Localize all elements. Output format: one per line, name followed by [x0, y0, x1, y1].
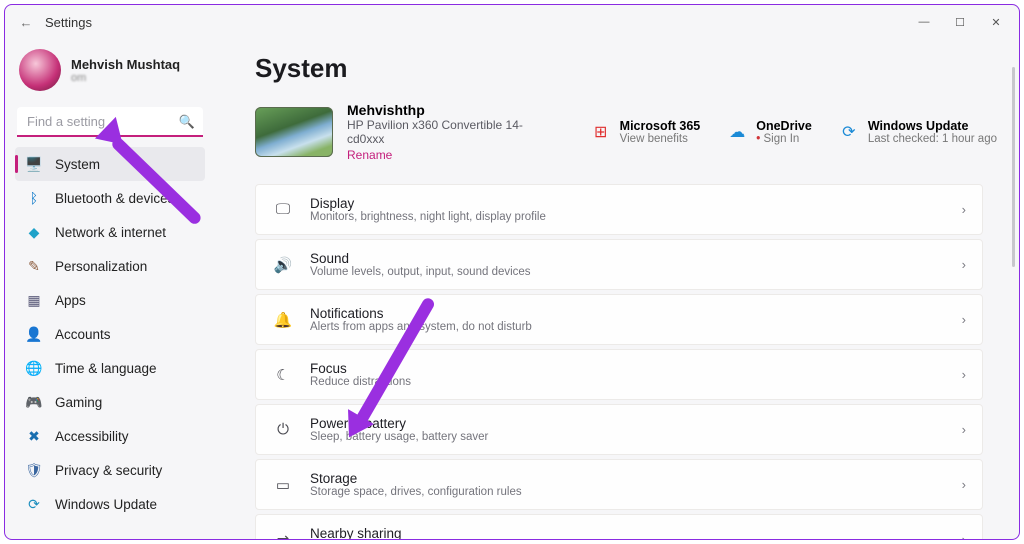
item-title: Nearby sharing: [310, 526, 946, 539]
nav-icon: ◆: [25, 223, 43, 241]
chevron-right-icon: ›: [962, 257, 966, 272]
tile-icon: ⟳: [838, 121, 860, 143]
tile-microsoft-[interactable]: ⊞ Microsoft 365View benefits: [590, 119, 701, 145]
item-icon: 🖵: [272, 201, 294, 218]
sidebar-item-privacy-security[interactable]: 🛡 Privacy & security: [15, 453, 205, 487]
item-title: Power & battery: [310, 416, 946, 431]
item-icon: 🔔: [272, 311, 294, 329]
item-subtitle: Reduce distractions: [310, 376, 946, 388]
tile-sub: View benefits: [620, 133, 701, 145]
settings-window: ← Settings ― ☐ ✕ Mehvish Mushtaq om 🔍 🖥️…: [4, 4, 1020, 540]
sidebar-item-apps[interactable]: ▦ Apps: [15, 283, 205, 317]
nav-icon: ✎: [25, 257, 43, 275]
tile-icon: ☁: [726, 121, 748, 143]
sidebar-item-time-language[interactable]: 🌐 Time & language: [15, 351, 205, 385]
chevron-right-icon: ›: [962, 532, 966, 539]
nav-icon: 🛡: [25, 461, 43, 479]
tile-sub: Last checked: 1 hour ago: [868, 133, 997, 145]
sidebar-item-windows-update[interactable]: ⟳ Windows Update: [15, 487, 205, 521]
sidebar-item-personalization[interactable]: ✎ Personalization: [15, 249, 205, 283]
nav-icon: ⟳: [25, 495, 43, 513]
item-title: Storage: [310, 471, 946, 486]
sidebar-item-accounts[interactable]: 👤 Accounts: [15, 317, 205, 351]
chevron-right-icon: ›: [962, 312, 966, 327]
tile-label: Windows Update: [868, 119, 997, 133]
scrollbar[interactable]: [1012, 67, 1015, 267]
nav-label: Time & language: [55, 361, 157, 376]
nav-label: Privacy & security: [55, 463, 162, 478]
search-icon[interactable]: 🔍: [179, 114, 195, 130]
item-title: Notifications: [310, 306, 946, 321]
tile-label: Microsoft 365: [620, 119, 701, 133]
nav-icon: 🌐: [25, 359, 43, 377]
item-subtitle: Volume levels, output, input, sound devi…: [310, 266, 946, 278]
item-title: Display: [310, 196, 946, 211]
nav-label: System: [55, 157, 100, 172]
user-profile[interactable]: Mehvish Mushtaq om: [15, 45, 205, 101]
nav-label: Network & internet: [55, 225, 166, 240]
nav-label: Gaming: [55, 395, 102, 410]
window-controls: ― ☐ ✕: [915, 16, 1005, 29]
avatar: [19, 49, 61, 91]
chevron-right-icon: ›: [962, 477, 966, 492]
nav-label: Apps: [55, 293, 86, 308]
user-name: Mehvish Mushtaq: [71, 57, 180, 72]
minimize-button[interactable]: ―: [915, 16, 933, 29]
tile-sub: Sign In: [756, 133, 812, 145]
tile-onedrive[interactable]: ☁ OneDriveSign In: [726, 119, 812, 145]
back-icon[interactable]: ←: [13, 15, 39, 30]
tile-windows-update[interactable]: ⟳ Windows UpdateLast checked: 1 hour ago: [838, 119, 997, 145]
tile-label: OneDrive: [756, 119, 812, 133]
nav-icon: ▦: [25, 291, 43, 309]
item-icon: ☾: [272, 366, 294, 384]
close-button[interactable]: ✕: [987, 16, 1005, 29]
item-icon: ▭: [272, 476, 294, 494]
item-subtitle: Monitors, brightness, night light, displ…: [310, 211, 946, 223]
nav-label: Windows Update: [55, 497, 157, 512]
titlebar: ← Settings ― ☐ ✕: [5, 5, 1019, 39]
sidebar-item-gaming[interactable]: 🎮 Gaming: [15, 385, 205, 419]
chevron-right-icon: ›: [962, 202, 966, 217]
nav-icon: 🖥️: [25, 155, 43, 173]
setting-item-notifications[interactable]: 🔔NotificationsAlerts from apps and syste…: [255, 294, 983, 345]
nav-icon: 👤: [25, 325, 43, 343]
setting-item-nearby-sharing[interactable]: ⇄Nearby sharingDiscoverability, received…: [255, 514, 983, 539]
main-content: System Mehvishthp HP Pavilion x360 Conve…: [213, 39, 1019, 539]
setting-item-focus[interactable]: ☾ FocusReduce distractions ›: [255, 349, 983, 400]
nav-label: Accessibility: [55, 429, 129, 444]
device-card: Mehvishthp HP Pavilion x360 Convertible …: [255, 102, 997, 162]
item-title: Focus: [310, 361, 946, 376]
sidebar: Mehvish Mushtaq om 🔍 🖥️ System ᛒ Bluetooth …: [5, 39, 213, 539]
page-heading: System: [255, 53, 997, 84]
nav-label: Accounts: [55, 327, 111, 342]
nav-icon: 🎮: [25, 393, 43, 411]
setting-item-sound[interactable]: 🔊 SoundVolume levels, output, input, soun…: [255, 239, 983, 290]
item-icon: ⇄: [272, 531, 294, 540]
device-name: Mehvishthp: [347, 102, 557, 118]
item-title: Sound: [310, 251, 946, 266]
nav-label: Personalization: [55, 259, 147, 274]
nav-label: Bluetooth & devices: [55, 191, 174, 206]
item-subtitle: Sleep, battery usage, battery saver: [310, 431, 946, 443]
item-icon: 🔊: [272, 256, 294, 274]
user-email: om: [71, 72, 180, 84]
device-image: [255, 107, 333, 157]
tile-icon: ⊞: [590, 121, 612, 143]
item-icon: ⏻: [272, 421, 294, 438]
nav-icon: ᛒ: [25, 189, 43, 207]
sidebar-item-accessibility[interactable]: ✖ Accessibility: [15, 419, 205, 453]
chevron-right-icon: ›: [962, 367, 966, 382]
nav-icon: ✖: [25, 427, 43, 445]
maximize-button[interactable]: ☐: [951, 16, 969, 29]
setting-item-display[interactable]: 🖵 DisplayMonitors, brightness, night ligh…: [255, 184, 983, 235]
item-subtitle: Storage space, drives, configuration rul…: [310, 486, 946, 498]
device-model: HP Pavilion x360 Convertible 14-cd0xxx: [347, 118, 557, 146]
window-title: Settings: [45, 15, 915, 30]
setting-item-storage[interactable]: ▭ StorageStorage space, drives, configura…: [255, 459, 983, 510]
rename-link[interactable]: Rename: [347, 148, 557, 162]
chevron-right-icon: ›: [962, 422, 966, 437]
sidebar-item-network-internet[interactable]: ◆ Network & internet: [15, 215, 205, 249]
